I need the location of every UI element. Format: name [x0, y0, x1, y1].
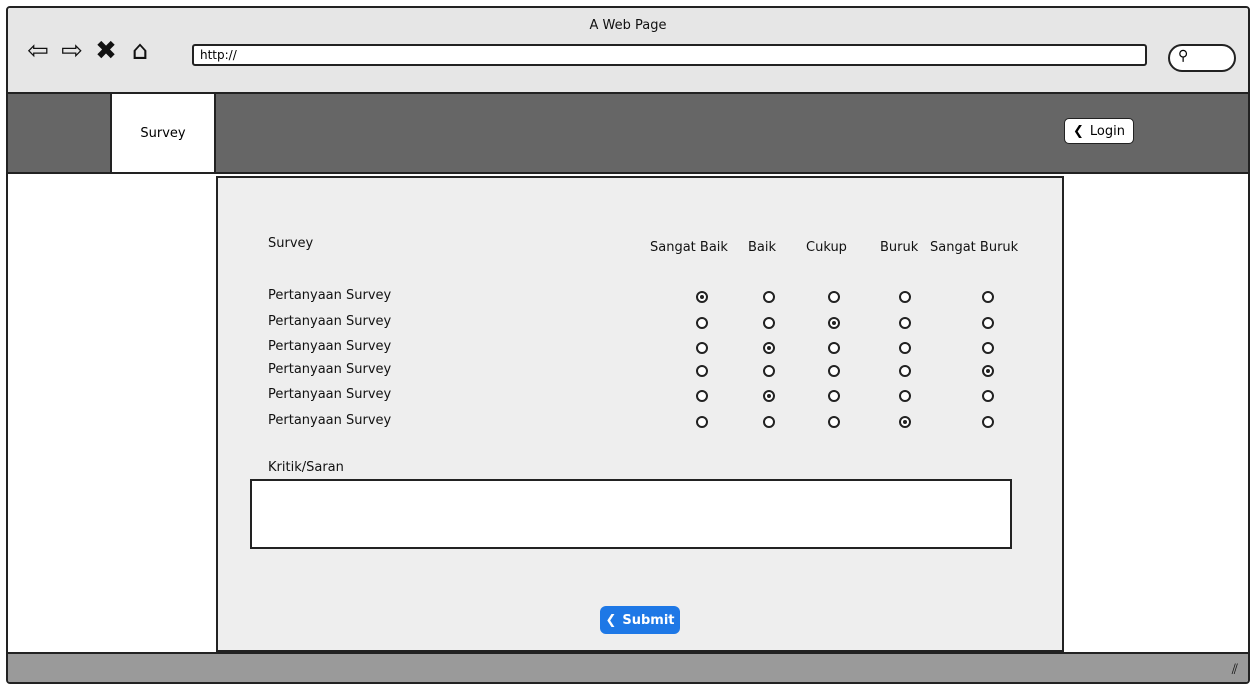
login-button[interactable]: ❮ Login	[1064, 118, 1134, 144]
close-icon[interactable]: ✖	[92, 38, 120, 64]
back-icon[interactable]: ⇦	[24, 38, 52, 64]
title-bar: A Web Page ⇦ ⇨ ✖ ⌂ http:// ⚲	[8, 8, 1248, 94]
login-label: Login	[1089, 123, 1125, 139]
radio-sangat-buruk[interactable]	[982, 390, 994, 402]
search-icon: ⚲	[1178, 48, 1189, 64]
radio-sangat-buruk[interactable]	[982, 342, 994, 354]
radio-sangat-baik[interactable]	[696, 416, 708, 428]
radio-cukup[interactable]	[828, 317, 840, 329]
question-label: Pertanyaan Survey	[268, 413, 392, 428]
feedback-label: Kritik/Saran	[268, 460, 344, 475]
address-bar[interactable]: http://	[192, 44, 1147, 66]
radio-sangat-baik[interactable]	[696, 291, 708, 303]
top-navbar: Survey ❮ Login	[8, 94, 1248, 174]
radio-baik[interactable]	[763, 342, 775, 354]
radio-sangat-baik[interactable]	[696, 342, 708, 354]
question-label: Pertanyaan Survey	[268, 314, 392, 329]
radio-baik[interactable]	[763, 317, 775, 329]
browser-window: A Web Page ⇦ ⇨ ✖ ⌂ http:// ⚲ Survey ❮ Lo…	[6, 6, 1250, 684]
survey-panel: Survey Sangat Baik Baik Cukup Buruk Sang…	[216, 176, 1064, 652]
radio-sangat-buruk[interactable]	[982, 291, 994, 303]
survey-title: Survey	[268, 236, 314, 251]
radio-buruk[interactable]	[899, 291, 911, 303]
submit-button[interactable]: ❮ Submit	[600, 606, 680, 634]
column-header-sangat-baik: Sangat Baik	[650, 240, 728, 255]
radio-buruk[interactable]	[899, 317, 911, 329]
radio-cukup[interactable]	[828, 291, 840, 303]
radio-sangat-buruk[interactable]	[982, 416, 994, 428]
radio-buruk[interactable]	[899, 416, 911, 428]
question-label: Pertanyaan Survey	[268, 362, 392, 377]
submit-label: Submit	[622, 612, 675, 628]
radio-buruk[interactable]	[899, 342, 911, 354]
window-title: A Web Page	[589, 18, 667, 33]
column-header-sangat-buruk: Sangat Buruk	[930, 240, 1019, 255]
question-label: Pertanyaan Survey	[268, 288, 392, 303]
radio-sangat-buruk[interactable]	[982, 365, 994, 377]
radio-baik[interactable]	[763, 390, 775, 402]
chevron-left-icon: ❮	[605, 612, 617, 628]
chevron-left-icon: ❮	[1073, 123, 1084, 139]
radio-cukup[interactable]	[828, 416, 840, 428]
radio-baik[interactable]	[763, 365, 775, 377]
resize-handle-icon[interactable]: ⫽	[1232, 662, 1238, 678]
column-header-cukup: Cukup	[806, 240, 847, 255]
question-label: Pertanyaan Survey	[268, 339, 392, 354]
radio-sangat-baik[interactable]	[696, 317, 708, 329]
tab-survey[interactable]: Survey	[110, 94, 216, 174]
radio-baik[interactable]	[763, 416, 775, 428]
radio-cukup[interactable]	[828, 365, 840, 377]
radio-baik[interactable]	[763, 291, 775, 303]
feedback-textarea[interactable]	[250, 479, 1012, 549]
radio-sangat-baik[interactable]	[696, 390, 708, 402]
home-icon[interactable]: ⌂	[126, 38, 154, 64]
column-header-baik: Baik	[748, 240, 777, 255]
search-button[interactable]: ⚲	[1168, 44, 1236, 72]
status-bar: ⫽	[8, 652, 1248, 682]
browser-nav: ⇦ ⇨ ✖ ⌂	[24, 38, 154, 64]
radio-buruk[interactable]	[899, 365, 911, 377]
question-label: Pertanyaan Survey	[268, 387, 392, 402]
forward-icon[interactable]: ⇨	[58, 38, 86, 64]
radio-sangat-buruk[interactable]	[982, 317, 994, 329]
radio-cukup[interactable]	[828, 342, 840, 354]
radio-cukup[interactable]	[828, 390, 840, 402]
radio-sangat-baik[interactable]	[696, 365, 708, 377]
radio-buruk[interactable]	[899, 390, 911, 402]
column-header-buruk: Buruk	[880, 240, 919, 255]
